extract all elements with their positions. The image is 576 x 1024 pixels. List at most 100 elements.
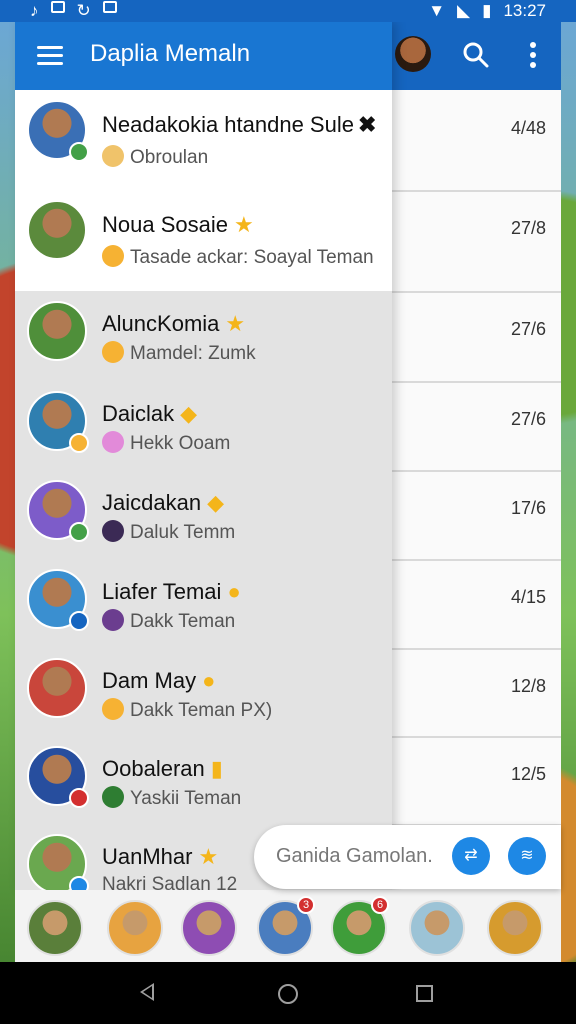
contact-row[interactable]: Jaicdakan ◆ Daluk Temm — [15, 470, 392, 559]
contact-subtitle: Hekk Ooam — [102, 431, 230, 455]
strip-avatar[interactable] — [107, 900, 163, 956]
contact-row[interactable]: Noua Sosaie ★ Tasade ackar: Soayal Teman — [15, 190, 392, 291]
emoji-icon — [102, 786, 124, 808]
chat-time: 4/48 — [510, 118, 546, 138]
contact-avatar — [27, 658, 87, 718]
search-icon[interactable] — [463, 42, 489, 68]
composer-placeholder[interactable]: Ganida Gamolan. — [276, 845, 433, 868]
contact-subtitle: Dakk Teman PX) — [102, 698, 272, 722]
contact-badge — [69, 788, 89, 808]
play-icon — [102, 1, 117, 13]
image-icon — [50, 1, 65, 13]
contact-subtitle-text: Daluk Temm — [130, 522, 236, 543]
recents-icon[interactable] — [416, 985, 433, 1002]
strip-avatar[interactable] — [27, 900, 83, 956]
drawer-title: Daplia Memaln — [90, 40, 251, 67]
contact-name: UanMhar ★ — [102, 844, 218, 870]
contact-name-text: Neadakokia htandne Sule — [102, 112, 354, 137]
emoji-icon — [102, 145, 124, 167]
contact-name-text: AluncKomia — [102, 311, 220, 336]
contact-subtitle: Daluk Temm — [102, 520, 235, 544]
profile-avatar[interactable] — [395, 36, 431, 72]
navigation-drawer: Daplia Memaln Neadakokia htandne Sule ✖ Ob… — [15, 22, 392, 896]
contact-subtitle: Tasade ackar: Soayal Teman — [102, 245, 374, 269]
chat-time: 12/8 — [510, 676, 546, 696]
contact-badge — [69, 433, 89, 453]
row-divider — [392, 559, 561, 561]
contact-status-icon: ✖ — [357, 112, 377, 137]
contact-status-icon: ★ — [233, 212, 254, 237]
contact-list: Neadakokia htandne Sule ✖ Obroulan Noua Sos… — [15, 90, 392, 896]
wifi-icon: ▼ — [428, 1, 446, 20]
contact-status-icon: ● — [202, 668, 216, 693]
contact-avatar — [27, 200, 87, 260]
home-icon[interactable] — [278, 984, 298, 1004]
emoji-icon — [102, 698, 124, 720]
contact-name-text: Noua Sosaie — [102, 212, 228, 237]
contact-avatar — [27, 301, 87, 361]
contact-subtitle-text: Mamdel: Zumk — [130, 343, 256, 364]
contact-name-text: Oobaleran — [102, 756, 205, 781]
contact-name-text: Jaicdakan — [102, 490, 202, 515]
contact-status-icon: ▮ — [210, 756, 223, 781]
refresh-icon: ↻ — [76, 1, 91, 20]
chat-time: 27/6 — [510, 409, 546, 429]
contact-name: Daiclak ◆ — [102, 401, 197, 427]
strip-avatar[interactable] — [487, 900, 543, 956]
signal-icon: ◣ — [457, 1, 471, 20]
contact-row[interactable]: Oobaleran ▮ Yaskii Teman — [15, 736, 392, 824]
message-composer[interactable]: Ganida Gamolan. ⇄ ≋ — [254, 825, 561, 889]
contact-status-icon: ◆ — [207, 490, 224, 515]
contact-name: Noua Sosaie ★ — [102, 212, 254, 238]
contact-subtitle-text: Tasade ackar: Soayal Teman — [130, 247, 374, 268]
menu-icon[interactable] — [37, 46, 63, 66]
contact-row[interactable]: Dam May ● Dakk Teman PX) — [15, 648, 392, 736]
contact-subtitle: Mamdel: Zumk — [102, 341, 256, 365]
contact-subtitle: Obroulan — [102, 145, 208, 169]
row-divider — [392, 648, 561, 650]
contact-status-icon: ★ — [198, 844, 219, 869]
contact-name: Jaicdakan ◆ — [102, 490, 224, 516]
contact-row[interactable]: AluncKomia ★ Mamdel: Zumk — [15, 291, 392, 381]
battery-icon: ▮ — [482, 1, 492, 20]
strip-avatar[interactable] — [181, 900, 237, 956]
back-icon[interactable] — [140, 983, 154, 1001]
contact-name: Oobaleran ▮ — [102, 756, 223, 782]
contact-subtitle-text: Yaskii Teman — [130, 788, 242, 809]
contact-name: Dam May ● — [102, 668, 215, 694]
translate-button[interactable]: ⇄ — [452, 837, 490, 875]
emoji-icon — [102, 245, 124, 267]
status-bar: ♪ ↻ ▼ ◣ ▮ 13:27 — [0, 0, 576, 22]
contact-row[interactable]: Neadakokia htandne Sule ✖ Obroulan — [15, 90, 392, 190]
contact-badge — [69, 522, 89, 542]
row-divider — [392, 381, 561, 383]
contact-name-text: Daiclak — [102, 401, 175, 426]
contact-name-text: UanMhar — [102, 844, 193, 869]
emoji-icon — [102, 431, 124, 453]
options-button[interactable]: ≋ — [508, 837, 546, 875]
contact-row[interactable]: Liafer Temai ● Dakk Teman — [15, 559, 392, 648]
contact-status-icon: ● — [227, 579, 241, 604]
system-nav-bar — [0, 962, 576, 1024]
row-divider — [392, 190, 561, 192]
drawer-header: Daplia Memaln — [15, 22, 392, 90]
contact-name-text: Dam May — [102, 668, 197, 693]
contact-row[interactable]: Daiclak ◆ Hekk Ooam — [15, 381, 392, 470]
contact-name: Neadakokia htandne Sule ✖ — [102, 112, 376, 138]
chat-time: 17/6 — [510, 498, 546, 518]
contact-status-icon: ★ — [225, 311, 246, 336]
emoji-icon — [102, 341, 124, 363]
contact-name: AluncKomia ★ — [102, 311, 245, 337]
contact-subtitle-text: Dakk Teman PX) — [130, 700, 273, 721]
more-vert-icon[interactable] — [523, 40, 543, 70]
contact-subtitle-text: Dakk Teman — [130, 611, 236, 632]
contact-badge — [69, 611, 89, 631]
music-note-icon: ♪ — [30, 1, 39, 20]
emoji-icon — [102, 609, 124, 631]
avatar-strip: 36 — [15, 890, 561, 962]
status-time: 13:27 — [503, 1, 546, 20]
contact-status-icon: ◆ — [180, 401, 198, 426]
strip-avatar[interactable] — [409, 900, 465, 956]
chat-time: 4/15 — [510, 587, 546, 607]
contact-name-text: Liafer Temai — [102, 579, 222, 604]
